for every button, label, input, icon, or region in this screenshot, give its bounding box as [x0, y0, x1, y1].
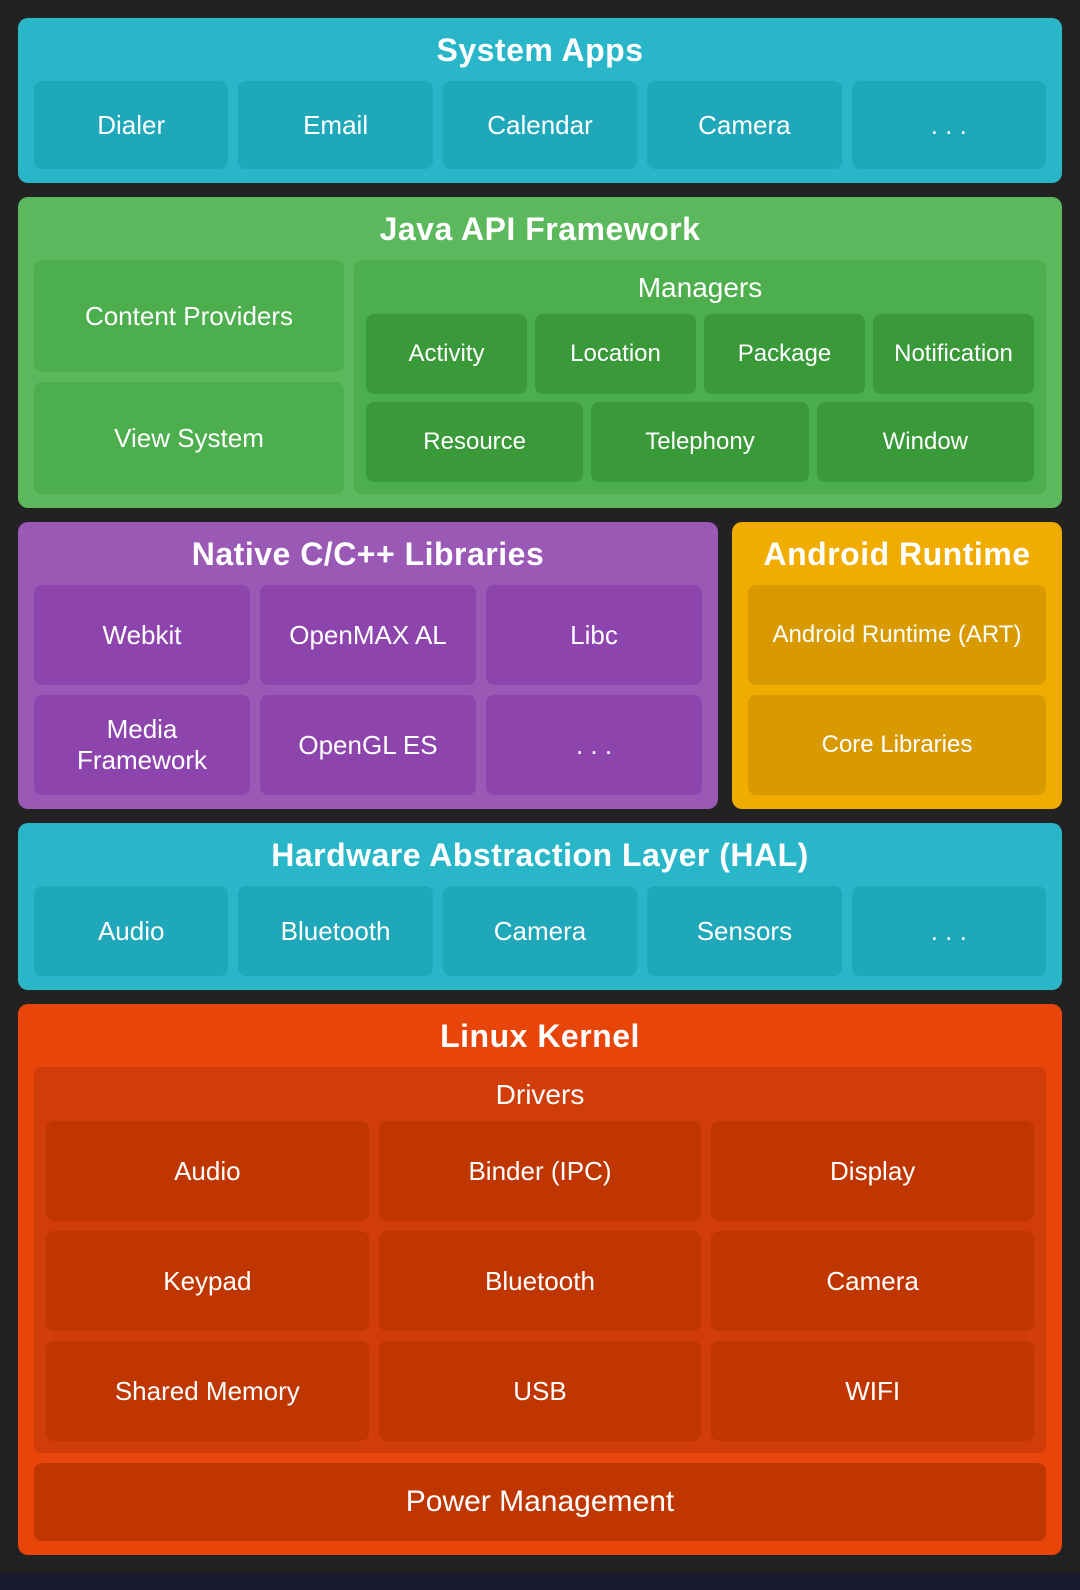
hal-layer: Hardware Abstraction Layer (HAL) Audio B…: [18, 823, 1062, 990]
package-cell: Package: [704, 314, 865, 394]
linux-kernel-layer: Linux Kernel Drivers Audio Binder (IPC) …: [18, 1004, 1062, 1555]
android-architecture-diagram: System Apps Dialer Email Calendar Camera…: [0, 0, 1080, 1573]
managers-title: Managers: [366, 272, 1034, 304]
webkit-cell: Webkit: [34, 585, 250, 685]
managers-panel: Managers Activity Location Package Notif…: [354, 260, 1046, 494]
driver-display: Display: [711, 1121, 1034, 1221]
power-management-cell: Power Management: [34, 1463, 1046, 1541]
system-app-camera: Camera: [647, 81, 841, 169]
driver-shared-memory: Shared Memory: [46, 1341, 369, 1441]
driver-binder: Binder (IPC): [379, 1121, 702, 1221]
window-cell: Window: [817, 402, 1034, 482]
view-system-cell: View System: [34, 382, 344, 494]
native-runtime-row: Native C/C++ Libraries Webkit OpenMAX AL…: [18, 522, 1062, 809]
hal-title: Hardware Abstraction Layer (HAL): [34, 837, 1046, 874]
openmax-cell: OpenMAX AL: [260, 585, 476, 685]
system-app-calendar: Calendar: [443, 81, 637, 169]
telephony-cell: Telephony: [591, 402, 808, 482]
system-apps-layer: System Apps Dialer Email Calendar Camera…: [18, 18, 1062, 183]
system-apps-title: System Apps: [34, 32, 1046, 69]
resource-cell: Resource: [366, 402, 583, 482]
java-framework-title: Java API Framework: [34, 211, 1046, 248]
managers-row1: Activity Location Package Notification: [366, 314, 1034, 394]
driver-bluetooth: Bluetooth: [379, 1231, 702, 1331]
hal-audio: Audio: [34, 886, 228, 976]
location-cell: Location: [535, 314, 696, 394]
driver-usb: USB: [379, 1341, 702, 1441]
hal-more: . . .: [852, 886, 1046, 976]
hal-sensors: Sensors: [647, 886, 841, 976]
native-libs-layer: Native C/C++ Libraries Webkit OpenMAX AL…: [18, 522, 718, 809]
libc-cell: Libc: [486, 585, 702, 685]
activity-cell: Activity: [366, 314, 527, 394]
native-more-cell: . . .: [486, 695, 702, 795]
notification-cell: Notification: [873, 314, 1034, 394]
android-runtime-layer: Android Runtime Android Runtime (ART) Co…: [732, 522, 1062, 809]
system-app-email: Email: [238, 81, 432, 169]
native-libs-grid: Webkit OpenMAX AL Libc Media Framework O…: [34, 585, 702, 795]
system-app-more: . . .: [852, 81, 1046, 169]
driver-camera: Camera: [711, 1231, 1034, 1331]
java-framework-layer: Java API Framework Content Providers Vie…: [18, 197, 1062, 508]
opengl-cell: OpenGL ES: [260, 695, 476, 795]
art-cell: Android Runtime (ART): [748, 585, 1046, 685]
android-runtime-title: Android Runtime: [748, 536, 1046, 573]
hal-camera: Camera: [443, 886, 637, 976]
system-apps-grid: Dialer Email Calendar Camera . . .: [34, 81, 1046, 169]
runtime-cells: Android Runtime (ART) Core Libraries: [748, 585, 1046, 795]
managers-row2: Resource Telephony Window: [366, 402, 1034, 482]
driver-keypad: Keypad: [46, 1231, 369, 1331]
hal-grid: Audio Bluetooth Camera Sensors . . .: [34, 886, 1046, 976]
driver-wifi: WIFI: [711, 1341, 1034, 1441]
driver-audio: Audio: [46, 1121, 369, 1221]
framework-left: Content Providers View System: [34, 260, 344, 494]
hal-bluetooth: Bluetooth: [238, 886, 432, 976]
drivers-grid: Audio Binder (IPC) Display Keypad Blueto…: [46, 1121, 1034, 1441]
content-providers-cell: Content Providers: [34, 260, 344, 372]
linux-kernel-title: Linux Kernel: [34, 1018, 1046, 1055]
drivers-title: Drivers: [46, 1079, 1034, 1111]
media-framework-cell: Media Framework: [34, 695, 250, 795]
system-app-dialer: Dialer: [34, 81, 228, 169]
framework-inner: Content Providers View System Managers A…: [34, 260, 1046, 494]
native-libs-title: Native C/C++ Libraries: [34, 536, 702, 573]
drivers-section: Drivers Audio Binder (IPC) Display Keypa…: [34, 1067, 1046, 1453]
core-libs-cell: Core Libraries: [748, 695, 1046, 795]
